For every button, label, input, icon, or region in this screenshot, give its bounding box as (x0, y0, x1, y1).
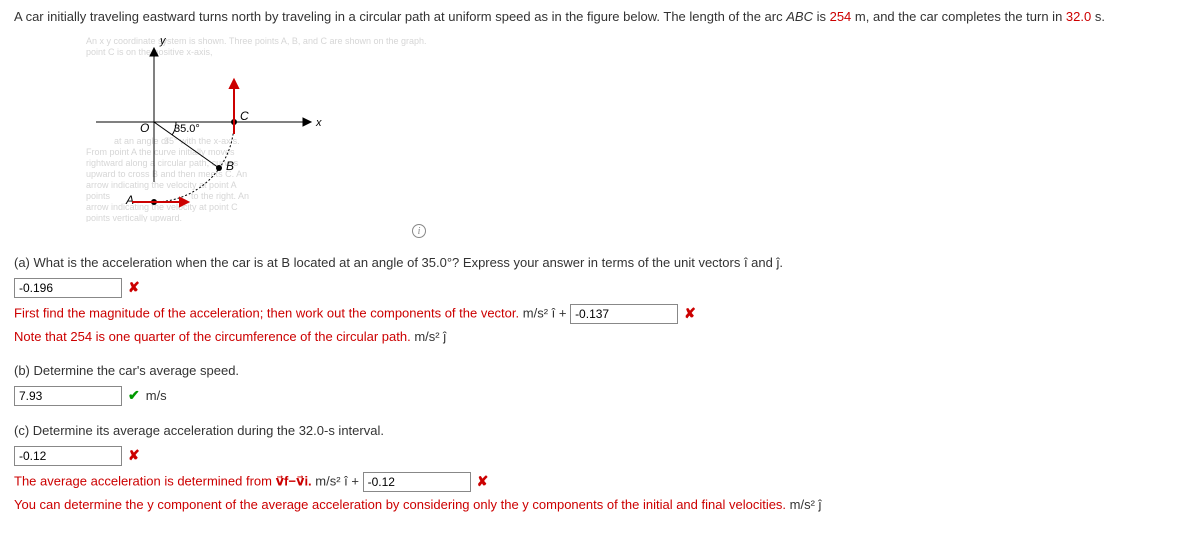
origin-label: O (140, 121, 149, 135)
wrong-icon: ✘ (684, 302, 696, 326)
part-b-input[interactable] (14, 386, 122, 406)
velocity-c-arrow (230, 80, 238, 88)
figure-svg: An x y coordinate system is shown. Three… (86, 32, 426, 222)
problem-text-a: A car initially traveling eastward turns… (14, 9, 786, 24)
part-a-feedback-2: Note that 254 is one quarter of the circ… (14, 329, 411, 344)
x-axis-arrow (303, 118, 311, 126)
part-c-input-j[interactable] (363, 472, 471, 492)
part-a-feedback-1: First find the magnitude of the accelera… (14, 305, 519, 320)
part-a-unit-i: m/s² î + (523, 305, 570, 320)
part-b: (b) Determine the car's average speed. ✔… (14, 360, 1186, 408)
part-c-vec: v⃗f−v⃗i. (276, 473, 312, 488)
label-a: A (125, 193, 134, 207)
figure-alt-5: arrow indicating the velocity at point C (86, 202, 238, 212)
part-b-unit: m/s (146, 385, 167, 407)
correct-icon: ✔ (128, 384, 140, 408)
part-a-question: (a) What is the acceleration when the ca… (14, 252, 1186, 274)
wrong-icon: ✘ (128, 444, 140, 468)
turn-time: 32.0 (1066, 9, 1091, 24)
figure-alt-4e: points (86, 191, 111, 201)
problem-statement: A car initially traveling eastward turns… (14, 8, 1186, 26)
x-axis-label: x (315, 117, 322, 129)
part-c: (c) Determine its average acceleration d… (14, 420, 1186, 516)
part-c-unit-j: m/s² ĵ (790, 497, 822, 512)
figure-alt-4d: arrow indicating the velocity at point A (86, 180, 237, 190)
part-c-feedback-1: The average acceleration is determined f… (14, 473, 276, 488)
wrong-icon: ✘ (477, 470, 489, 494)
point-b (216, 165, 222, 171)
part-a-input-j[interactable] (570, 304, 678, 324)
arc-length: 254 (830, 9, 852, 24)
figure-alt-1: An x y coordinate system is shown. Three… (86, 36, 426, 46)
part-a: (a) What is the acceleration when the ca… (14, 252, 1186, 348)
wrong-icon: ✘ (128, 276, 140, 300)
problem-text-d: s. (1091, 9, 1105, 24)
problem-text-c: m, and the car completes the turn in (851, 9, 1066, 24)
label-b: B (226, 159, 234, 173)
angle-label: 35.0° (174, 123, 200, 135)
figure-alt-6: points vertically upward. (86, 213, 182, 222)
part-b-question: (b) Determine the car's average speed. (14, 360, 1186, 382)
label-c: C (240, 109, 249, 123)
figure-alt-2: point C is on the positive x-axis, (86, 47, 213, 57)
part-c-question: (c) Determine its average acceleration d… (14, 420, 1186, 442)
part-c-unit-i: m/s² î + (315, 473, 362, 488)
part-c-feedback-2: You can determine the y component of the… (14, 497, 786, 512)
part-c-input-i[interactable] (14, 446, 122, 466)
figure-alt-4f: to the right. An (191, 191, 249, 201)
figure-alt-3a: at an angle of (114, 136, 169, 146)
figure-info-icon[interactable]: i (412, 224, 426, 238)
figure-alt-4b: rightward along a circular path, curves (86, 158, 239, 168)
problem-text-b: is (813, 9, 830, 24)
part-a-input-i[interactable] (14, 278, 122, 298)
figure-alt-4a: From point A the curve initially moves (86, 147, 235, 157)
part-a-unit-j: m/s² ĵ (414, 329, 446, 344)
figure-alt-4c: upward to cross B and then meets C. An (86, 169, 247, 179)
arc-name: ABC (786, 9, 813, 24)
figure: An x y coordinate system is shown. Three… (86, 32, 1186, 238)
